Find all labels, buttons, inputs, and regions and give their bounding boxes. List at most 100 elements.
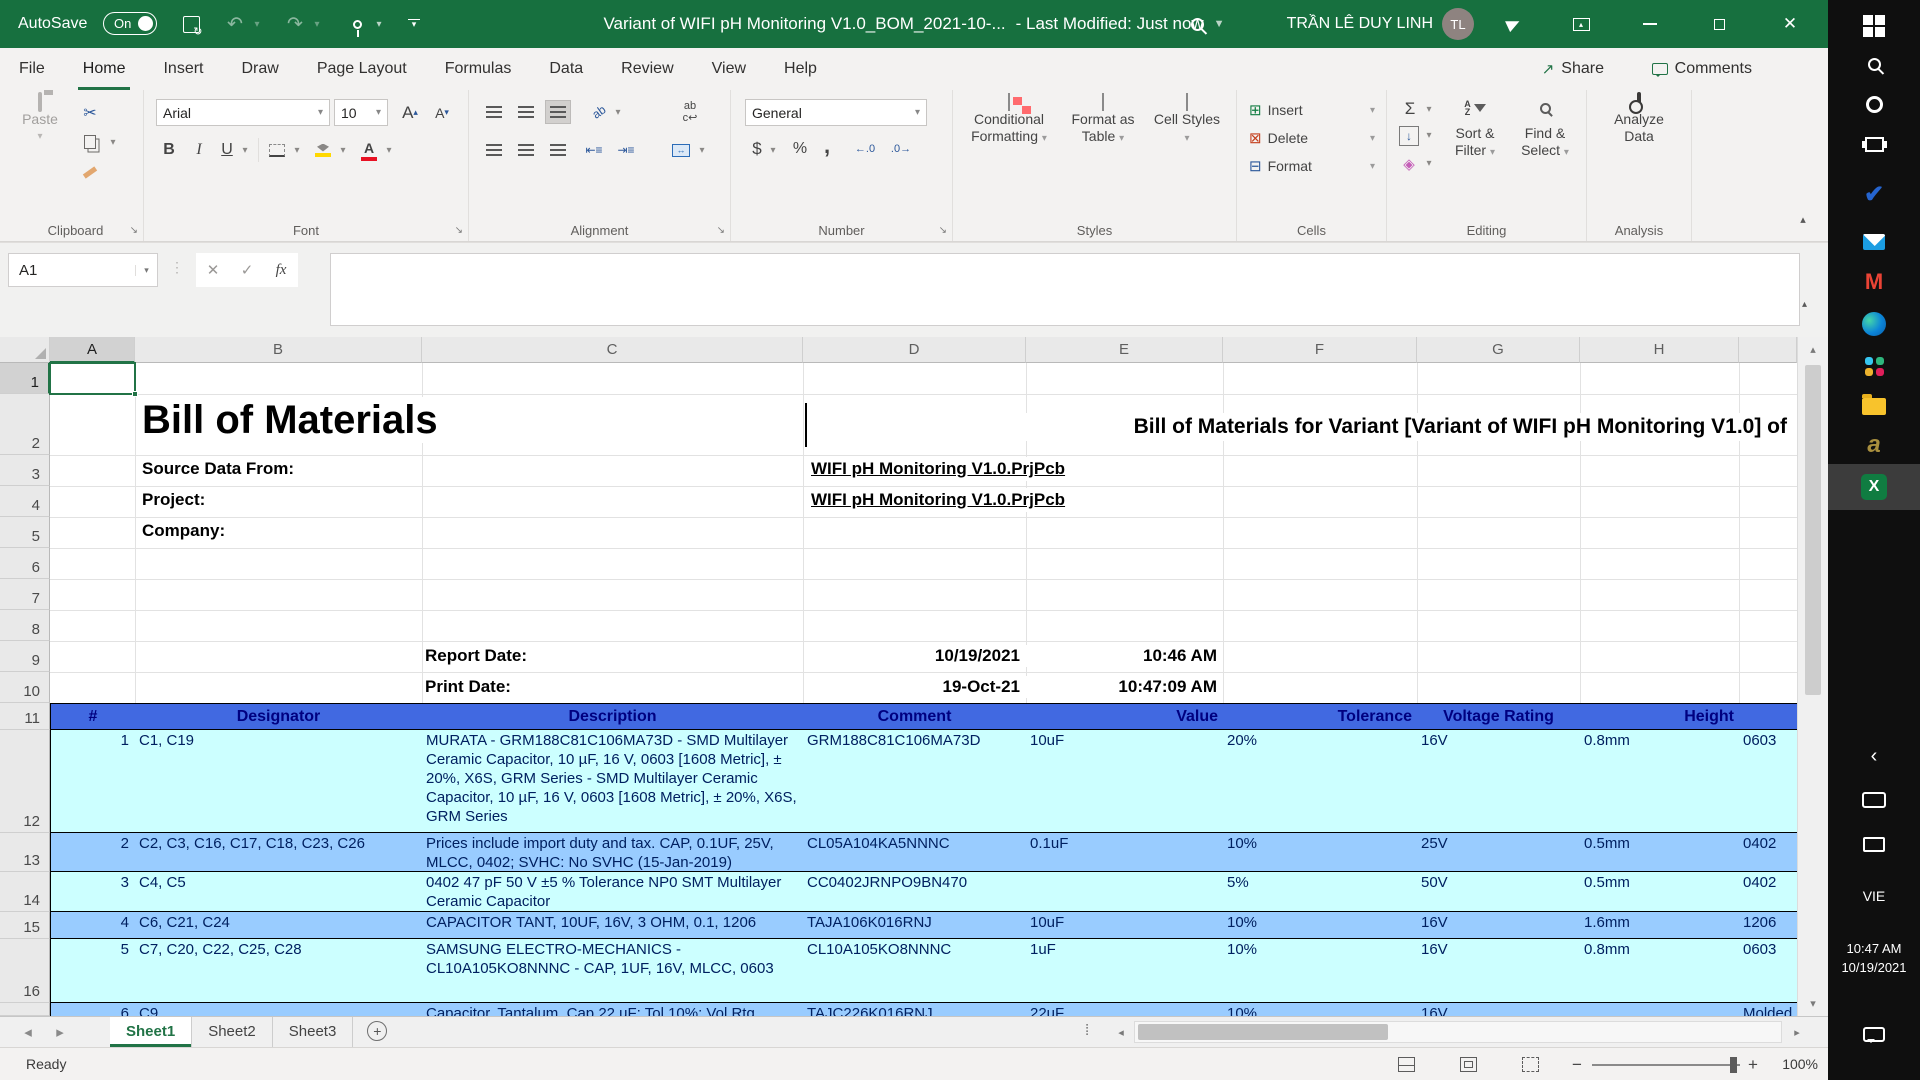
ribbon-display-options-button[interactable]: ▴: [1566, 0, 1596, 48]
bom-cell-r3-comment[interactable]: CC0402JRNPO9BN470: [803, 872, 1027, 912]
borders-button[interactable]: [266, 140, 288, 160]
bom-cell-r1-num[interactable]: 1: [50, 730, 136, 833]
bom-cell-r1-comment[interactable]: GRM188C81C106MA73D: [803, 730, 1027, 833]
start-button[interactable]: [1828, 6, 1920, 46]
coming-soon-button[interactable]: [1498, 0, 1528, 48]
copy-dropdown[interactable]: ▾: [106, 134, 120, 150]
increase-font-size-button[interactable]: A▴: [396, 99, 424, 126]
bom-cell-r5-height[interactable]: 0.8mm: [1580, 939, 1740, 1003]
expand-formula-bar-button[interactable]: ▴: [1802, 299, 1807, 310]
tab-help[interactable]: Help: [765, 48, 836, 90]
bom-cell-r5-value[interactable]: 1uF: [1026, 939, 1224, 1003]
row-header-14[interactable]: 14: [0, 872, 50, 912]
bom-cell-r2-value[interactable]: 0.1uF: [1026, 833, 1224, 872]
fill-handle[interactable]: [132, 391, 138, 397]
undo-button[interactable]: ↶: [222, 0, 248, 48]
tab-file[interactable]: File: [0, 48, 64, 90]
conditional-formatting-button[interactable]: Conditional Formatting ▾: [963, 94, 1055, 147]
row-header-2[interactable]: 2: [0, 394, 50, 455]
increase-indent-button[interactable]: ⇥≡: [613, 138, 639, 162]
insert-cells-button[interactable]: ⊞Insert▾: [1249, 98, 1375, 122]
bom-cell-r2-num[interactable]: 2: [50, 833, 136, 872]
bom-cell-r5-num[interactable]: 5: [50, 939, 136, 1003]
notification-center-button[interactable]: [1828, 1014, 1920, 1054]
paste-button[interactable]: Paste▾: [14, 94, 66, 145]
bom-cell-r6-value[interactable]: 22uF: [1026, 1003, 1224, 1016]
row-header-10[interactable]: 10: [0, 672, 50, 703]
name-box[interactable]: A1 ▾: [8, 253, 158, 287]
bom-cell-r3-tolerance[interactable]: 5%: [1223, 872, 1418, 912]
cell-project-label[interactable]: Project:: [142, 488, 213, 512]
zoom-out-button[interactable]: −: [1572, 1055, 1582, 1075]
display-tray-button[interactable]: [1828, 824, 1920, 864]
autosum-dropdown[interactable]: ▾: [1423, 102, 1435, 116]
taskbar-altium-button[interactable]: a: [1828, 425, 1920, 465]
row-header-7[interactable]: 7: [0, 579, 50, 610]
bom-cell-r6-tolerance[interactable]: 10%: [1223, 1003, 1418, 1016]
bom-cell-r6-comment[interactable]: TAJC226K016RNJ: [803, 1003, 1027, 1016]
bom-cell-r2-height[interactable]: 0.5mm: [1580, 833, 1740, 872]
bom-cell-r5-footprint[interactable]: 0603: [1739, 939, 1797, 1003]
bom-header-voltage[interactable]: Voltage Rating: [1417, 703, 1581, 730]
tab-view[interactable]: View: [693, 48, 765, 90]
bom-cell-r5-voltage[interactable]: 16V: [1417, 939, 1581, 1003]
bom-cell-r1-value[interactable]: 10uF: [1026, 730, 1224, 833]
collapse-ribbon-button[interactable]: ▴: [1790, 208, 1816, 230]
next-sheet-button[interactable]: ▸: [50, 1024, 70, 1040]
wrap-text-button[interactable]: abc↩: [675, 98, 705, 126]
row-header-4[interactable]: 4: [0, 486, 50, 517]
select-all-corner[interactable]: [0, 337, 50, 363]
bom-cell-r4-designator[interactable]: C6, C21, C24: [135, 912, 423, 939]
touch-keyboard-button[interactable]: [1828, 780, 1920, 820]
bom-cell-r1-voltage[interactable]: 16V: [1417, 730, 1581, 833]
bom-header-comment[interactable]: Comment: [803, 703, 1027, 730]
scroll-down-icon[interactable]: ▾: [1798, 997, 1828, 1010]
bom-cell-r6-designator[interactable]: C9: [135, 1003, 423, 1016]
align-right-button[interactable]: [545, 138, 571, 162]
tab-splitter-handle[interactable]: ⁞: [1085, 1022, 1089, 1039]
sheet-tab-sheet2[interactable]: Sheet2: [192, 1017, 273, 1047]
column-header-C[interactable]: C: [422, 337, 803, 363]
undo-dropdown[interactable]: ▾: [250, 0, 264, 48]
cell-report-date[interactable]: 10/19/2021: [823, 645, 1020, 667]
bom-header-designator[interactable]: Designator: [135, 703, 423, 730]
cell-source-value[interactable]: WIFI pH Monitoring V1.0.PrjPcb: [807, 457, 1069, 481]
touch-mode-dropdown[interactable]: ▾: [372, 0, 386, 48]
formula-input[interactable]: [330, 253, 1800, 326]
cell-source-label[interactable]: Source Data From:: [142, 457, 302, 481]
bom-cell-r2-tolerance[interactable]: 10%: [1223, 833, 1418, 872]
sheet-tab-sheet3[interactable]: Sheet3: [273, 1017, 354, 1047]
cell-report-date-label[interactable]: Report Date:: [425, 645, 535, 667]
taskbar-excel-button[interactable]: X: [1828, 464, 1920, 510]
column-header-B[interactable]: B: [135, 337, 422, 363]
bom-cell-r4-height[interactable]: 1.6mm: [1580, 912, 1740, 939]
cell-print-date[interactable]: 19-Oct-21: [823, 676, 1020, 698]
taskbar-mail-button[interactable]: [1828, 222, 1920, 262]
tab-formulas[interactable]: Formulas: [426, 48, 531, 90]
delete-cells-button[interactable]: ⊠Delete▾: [1249, 126, 1375, 150]
task-view-button[interactable]: [1828, 124, 1920, 164]
font-color-dropdown[interactable]: ▾: [382, 142, 396, 158]
normal-view-button[interactable]: [1398, 1057, 1415, 1072]
alignment-dialog-launcher[interactable]: ↘: [717, 225, 725, 236]
bom-cell-r4-footprint[interactable]: 1206: [1739, 912, 1797, 939]
bom-cell-r3-description[interactable]: 0402 47 pF 50 V ±5 % Tolerance NP0 SMT M…: [422, 872, 804, 912]
column-header-A[interactable]: A: [50, 337, 135, 363]
language-indicator[interactable]: VIE: [1828, 876, 1920, 916]
row-header-15[interactable]: 15: [0, 912, 50, 939]
percent-style-button[interactable]: %: [789, 136, 811, 162]
row-header-9[interactable]: 9: [0, 641, 50, 672]
bom-cell-r2-voltage[interactable]: 25V: [1417, 833, 1581, 872]
close-button[interactable]: ✕: [1760, 0, 1820, 48]
tab-home[interactable]: Home: [64, 48, 145, 90]
touch-mouse-mode-button[interactable]: [344, 0, 370, 48]
clear-dropdown[interactable]: ▾: [1423, 156, 1435, 170]
bottom-align-button[interactable]: [545, 100, 571, 124]
bom-cell-r4-value[interactable]: 10uF: [1026, 912, 1224, 939]
taskbar-gmail-button[interactable]: M: [1828, 262, 1920, 302]
vertical-scroll-thumb[interactable]: [1805, 365, 1821, 695]
cortana-button[interactable]: [1828, 84, 1920, 124]
font-color-button[interactable]: A: [358, 136, 380, 164]
cell-company-label[interactable]: Company:: [142, 519, 233, 543]
merge-center-button[interactable]: ↔: [669, 138, 693, 162]
